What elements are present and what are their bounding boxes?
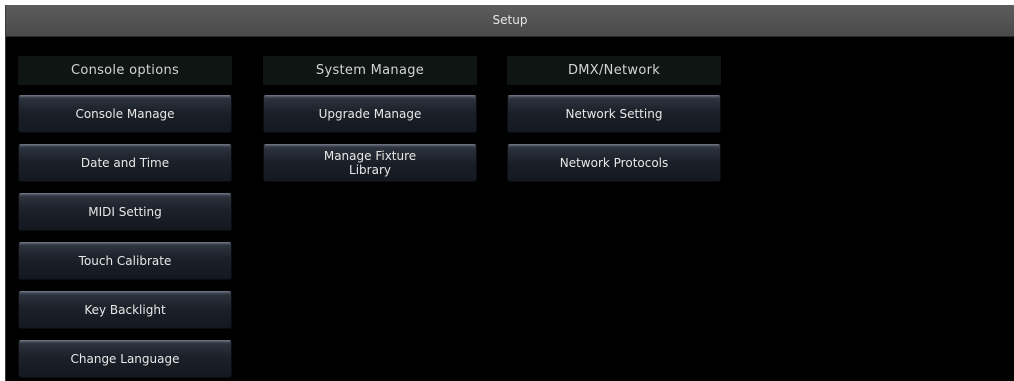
console-options-column: Console options Console Manage Date and …: [18, 56, 232, 378]
manage-fixture-library-label: Manage Fixture Library: [323, 149, 417, 177]
change-language-label: Change Language: [70, 352, 180, 366]
date-and-time-button[interactable]: Date and Time: [18, 144, 232, 182]
network-setting-label: Network Setting: [565, 107, 663, 121]
upgrade-manage-label: Upgrade Manage: [318, 107, 422, 121]
key-backlight-label: Key Backlight: [84, 303, 166, 317]
console-manage-label: Console Manage: [75, 107, 175, 121]
setup-window: Setup Console options Console Manage Dat…: [5, 5, 1014, 381]
date-and-time-label: Date and Time: [80, 156, 170, 170]
dmx-network-header: DMX/Network: [507, 56, 721, 85]
network-protocols-label: Network Protocols: [559, 156, 669, 170]
touch-calibrate-button[interactable]: Touch Calibrate: [18, 242, 232, 280]
network-protocols-button[interactable]: Network Protocols: [507, 144, 721, 182]
change-language-button[interactable]: Change Language: [18, 340, 232, 378]
key-backlight-button[interactable]: Key Backlight: [18, 291, 232, 329]
window-title: Setup: [6, 5, 1014, 37]
system-manage-column: System Manage Upgrade Manage Manage Fixt…: [263, 56, 477, 182]
dmx-network-column: DMX/Network Network Setting Network Prot…: [507, 56, 721, 182]
manage-fixture-library-button[interactable]: Manage Fixture Library: [263, 144, 477, 182]
midi-setting-button[interactable]: MIDI Setting: [18, 193, 232, 231]
midi-setting-label: MIDI Setting: [88, 205, 162, 219]
network-setting-button[interactable]: Network Setting: [507, 95, 721, 133]
upgrade-manage-button[interactable]: Upgrade Manage: [263, 95, 477, 133]
system-manage-header: System Manage: [263, 56, 477, 85]
touch-calibrate-label: Touch Calibrate: [78, 254, 172, 268]
console-options-header: Console options: [18, 56, 232, 85]
console-manage-button[interactable]: Console Manage: [18, 95, 232, 133]
